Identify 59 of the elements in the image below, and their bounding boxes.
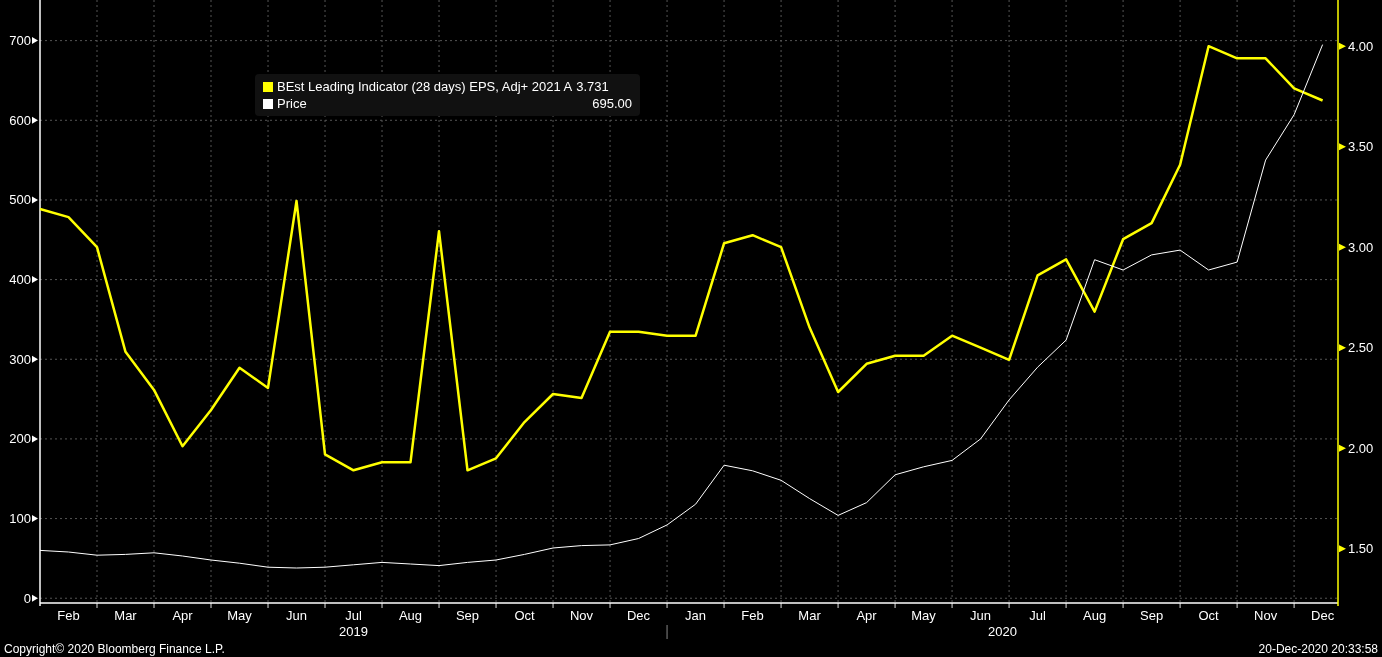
- legend-label: BEst Leading Indicator (28 days) EPS, Adj+ 2021 A: [277, 78, 573, 95]
- tick-marker-icon: [1339, 344, 1346, 352]
- axis-tick-label: 0: [23, 590, 31, 606]
- tick-marker-icon: [1339, 143, 1346, 151]
- month-label: Jan: [685, 608, 707, 623]
- timestamp: 20-Dec-2020 20:33:58: [1258, 640, 1378, 657]
- year-label: 2020: [988, 624, 1017, 639]
- axis-tick-label: 300: [9, 351, 31, 367]
- tick-marker-icon: [32, 355, 38, 363]
- month-label: Apr: [856, 608, 877, 623]
- axis-tick-label: 600: [9, 112, 31, 128]
- legend-label: Price: [277, 95, 307, 112]
- tick-marker-icon: [32, 37, 38, 45]
- month-label: Dec: [1311, 608, 1335, 623]
- month-label: Jun: [970, 608, 992, 623]
- tick-marker-icon: [32, 435, 38, 443]
- month-label: Oct: [514, 608, 535, 623]
- tick-marker-icon: [1339, 444, 1346, 452]
- axis-tick-label: 100: [9, 511, 31, 527]
- month-label: Mar: [114, 608, 137, 623]
- month-label: Feb: [57, 608, 80, 623]
- month-label: Dec: [627, 608, 651, 623]
- month-label: Aug: [1083, 608, 1107, 623]
- axis-tick-label: 3.00: [1348, 239, 1374, 255]
- month-label: May: [227, 608, 252, 623]
- legend-value: 695.00: [592, 95, 632, 112]
- legend-value: 3.731: [576, 78, 609, 95]
- month-label: Sep: [455, 608, 480, 623]
- month-label: Jul: [345, 608, 362, 623]
- month-label: Jun: [286, 608, 307, 623]
- tick-marker-icon: [32, 196, 38, 204]
- axis-tick-label: 3.50: [1348, 139, 1374, 155]
- axis-tick-label: 200: [9, 431, 31, 447]
- month-label: Nov: [1254, 608, 1278, 623]
- tick-marker-icon: [32, 116, 38, 124]
- tick-marker-icon: [1339, 243, 1346, 251]
- copyright-text: Copyright© 2020 Bloomberg Finance L.P.: [4, 640, 225, 657]
- axis-tick-label: 2.50: [1348, 340, 1374, 356]
- axis-tick-label: 500: [9, 192, 31, 208]
- month-label: Nov: [570, 608, 594, 623]
- month-label: May: [911, 608, 936, 623]
- month-label: Apr: [172, 608, 193, 623]
- axis-tick-label: 1.50: [1348, 541, 1374, 557]
- month-label: Oct: [1198, 608, 1219, 623]
- tick-marker-icon: [32, 276, 38, 284]
- month-label: Sep: [1140, 608, 1164, 623]
- tick-marker-icon: [32, 594, 38, 602]
- year-label: 2019: [339, 624, 368, 639]
- axis-tick-label: 2.00: [1348, 440, 1374, 456]
- month-label: Feb: [741, 608, 764, 623]
- axis-tick-label: 700: [9, 33, 31, 49]
- month-label: Aug: [398, 608, 423, 623]
- month-label: Mar: [798, 608, 821, 623]
- axis-tick-label: 400: [9, 272, 31, 288]
- tick-marker-icon: [1339, 42, 1346, 50]
- tick-marker-icon: [1339, 545, 1346, 553]
- axis-tick-label: 4.00: [1348, 38, 1374, 54]
- month-label: Jul: [1029, 608, 1046, 623]
- tick-marker-icon: [32, 515, 38, 523]
